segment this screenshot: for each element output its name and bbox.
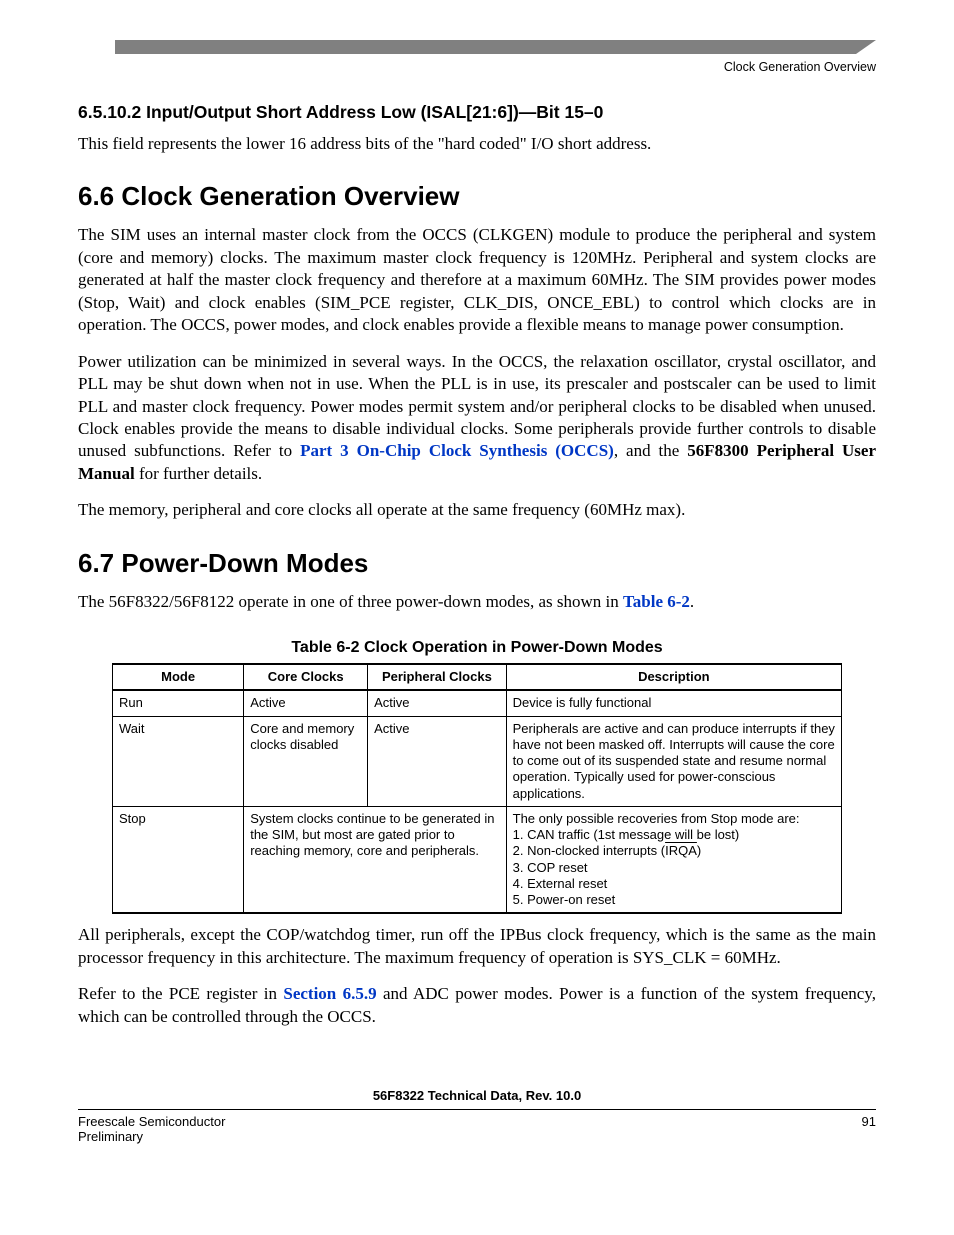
col-peripheral-clocks: Peripheral Clocks bbox=[368, 664, 507, 690]
running-head: Clock Generation Overview bbox=[78, 60, 876, 74]
cell-mode: Run bbox=[113, 690, 244, 716]
cell-periph: Active bbox=[368, 690, 507, 716]
para-6.6-1: The SIM uses an internal master clock fr… bbox=[78, 224, 876, 336]
heading-6.6: 6.6 Clock Generation Overview bbox=[78, 181, 876, 212]
col-core-clocks: Core Clocks bbox=[244, 664, 368, 690]
cell-desc: Device is fully functional bbox=[506, 690, 841, 716]
text-run: The only possible recoveries from Stop m… bbox=[513, 811, 800, 859]
header-rule bbox=[115, 40, 876, 54]
cell-periph: Active bbox=[368, 716, 507, 806]
text-run: The 56F8322/56F8122 operate in one of th… bbox=[78, 592, 623, 611]
para-6.6-3: The memory, peripheral and core clocks a… bbox=[78, 499, 876, 521]
cell-mode: Wait bbox=[113, 716, 244, 806]
footer-left: Freescale Semiconductor Preliminary bbox=[78, 1114, 225, 1144]
cell-core: Core and memory clocks disabled bbox=[244, 716, 368, 806]
text-run: , and the bbox=[614, 441, 687, 460]
para-6.6-2: Power utilization can be minimized in se… bbox=[78, 351, 876, 486]
col-description: Description bbox=[506, 664, 841, 690]
irqa-overline: IRQA bbox=[665, 843, 697, 858]
footer-row: Freescale Semiconductor Preliminary 91 bbox=[78, 1114, 876, 1144]
footer-doc-title: 56F8322 Technical Data, Rev. 10.0 bbox=[78, 1088, 876, 1103]
cell-desc: Peripherals are active and can produce i… bbox=[506, 716, 841, 806]
cell-core: Active bbox=[244, 690, 368, 716]
col-mode: Mode bbox=[113, 664, 244, 690]
link-section-6-5-9[interactable]: Section 6.5.9 bbox=[283, 984, 376, 1003]
heading-6.5.10.2: 6.5.10.2 Input/Output Short Address Low … bbox=[78, 102, 876, 123]
cell-desc: The only possible recoveries from Stop m… bbox=[506, 806, 841, 913]
table-6-2: Mode Core Clocks Peripheral Clocks Descr… bbox=[112, 663, 842, 914]
para-6.7-2: All peripherals, except the COP/watchdog… bbox=[78, 924, 876, 969]
text-run: . bbox=[690, 592, 694, 611]
table-row: Stop System clocks continue to be genera… bbox=[113, 806, 842, 913]
text-run: Refer to the PCE register in bbox=[78, 984, 283, 1003]
footer-page-number: 91 bbox=[862, 1114, 876, 1144]
cell-mode: Stop bbox=[113, 806, 244, 913]
footer-rule bbox=[78, 1109, 876, 1110]
link-part3-occs[interactable]: Part 3 On-Chip Clock Synthesis (OCCS) bbox=[300, 441, 614, 460]
table-caption-6-2: Table 6-2 Clock Operation in Power-Down … bbox=[78, 639, 876, 657]
text-run: for further details. bbox=[135, 464, 262, 483]
para-6.7-1: The 56F8322/56F8122 operate in one of th… bbox=[78, 591, 876, 613]
footer-status: Preliminary bbox=[78, 1129, 225, 1144]
page: Clock Generation Overview 6.5.10.2 Input… bbox=[0, 0, 954, 1174]
table-6-2-wrap: Mode Core Clocks Peripheral Clocks Descr… bbox=[78, 663, 876, 914]
table-row: Wait Core and memory clocks disabled Act… bbox=[113, 716, 842, 806]
cell-core-periph-merged: System clocks continue to be generated i… bbox=[244, 806, 506, 913]
table-row: Run Active Active Device is fully functi… bbox=[113, 690, 842, 716]
table-header-row: Mode Core Clocks Peripheral Clocks Descr… bbox=[113, 664, 842, 690]
para-6.5.10.2-1: This field represents the lower 16 addre… bbox=[78, 133, 876, 155]
footer-company: Freescale Semiconductor bbox=[78, 1114, 225, 1129]
heading-6.7: 6.7 Power-Down Modes bbox=[78, 548, 876, 579]
link-table-6-2[interactable]: Table 6-2 bbox=[623, 592, 690, 611]
para-6.7-3: Refer to the PCE register in Section 6.5… bbox=[78, 983, 876, 1028]
